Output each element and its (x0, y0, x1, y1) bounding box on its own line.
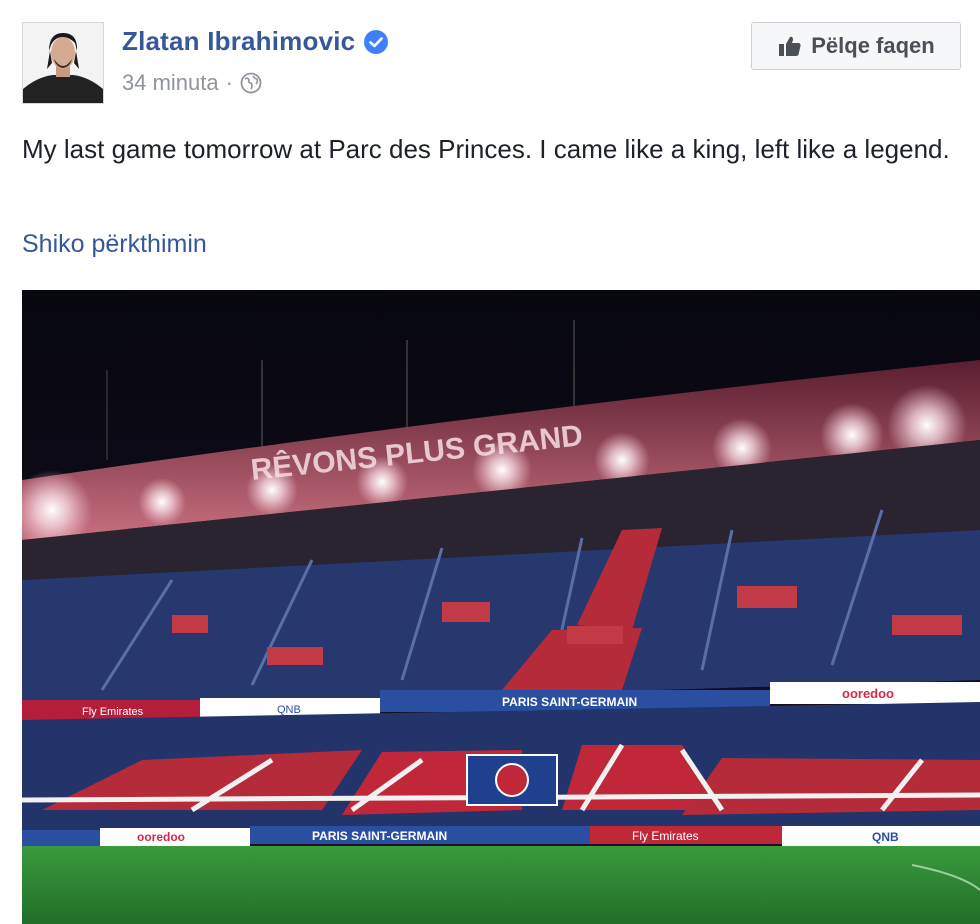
meta-separator: · (225, 70, 233, 95)
ad-lower-2: Fly Emirates (632, 829, 699, 843)
post-author[interactable]: Zlatan Ibrahimovic (122, 26, 389, 57)
see-translation-link[interactable]: Shiko përkthimin (22, 230, 207, 259)
ad-lower-3: QNB (872, 830, 899, 844)
ad-lower-1: PARIS SAINT-GERMAIN (312, 829, 447, 843)
like-page-label: Pëlqe faqen (811, 33, 935, 58)
profile-avatar[interactable] (22, 22, 104, 104)
author-name[interactable]: Zlatan Ibrahimovic (122, 26, 355, 57)
thumbs-up-icon (777, 33, 803, 59)
ad-upper-2: PARIS SAINT-GERMAIN (502, 695, 637, 709)
post-meta: 34 minuta · (122, 70, 262, 96)
ad-upper-3: ooredoo (842, 686, 894, 701)
verified-badge-icon (363, 29, 389, 55)
post-photo[interactable]: RÊVONS PLUS GRAND Fly Emirates QNB PARIS… (22, 290, 980, 924)
ad-lower-0: ooredoo (137, 830, 185, 844)
ad-upper-0: Fly Emirates (82, 706, 144, 718)
like-page-button[interactable]: Pëlqe faqen (751, 22, 961, 70)
post-timestamp[interactable]: 34 minuta (122, 70, 219, 96)
globe-icon[interactable] (240, 72, 262, 94)
ad-upper-1: QNB (277, 704, 301, 716)
post-text: My last game tomorrow at Parc des Prince… (22, 134, 950, 164)
